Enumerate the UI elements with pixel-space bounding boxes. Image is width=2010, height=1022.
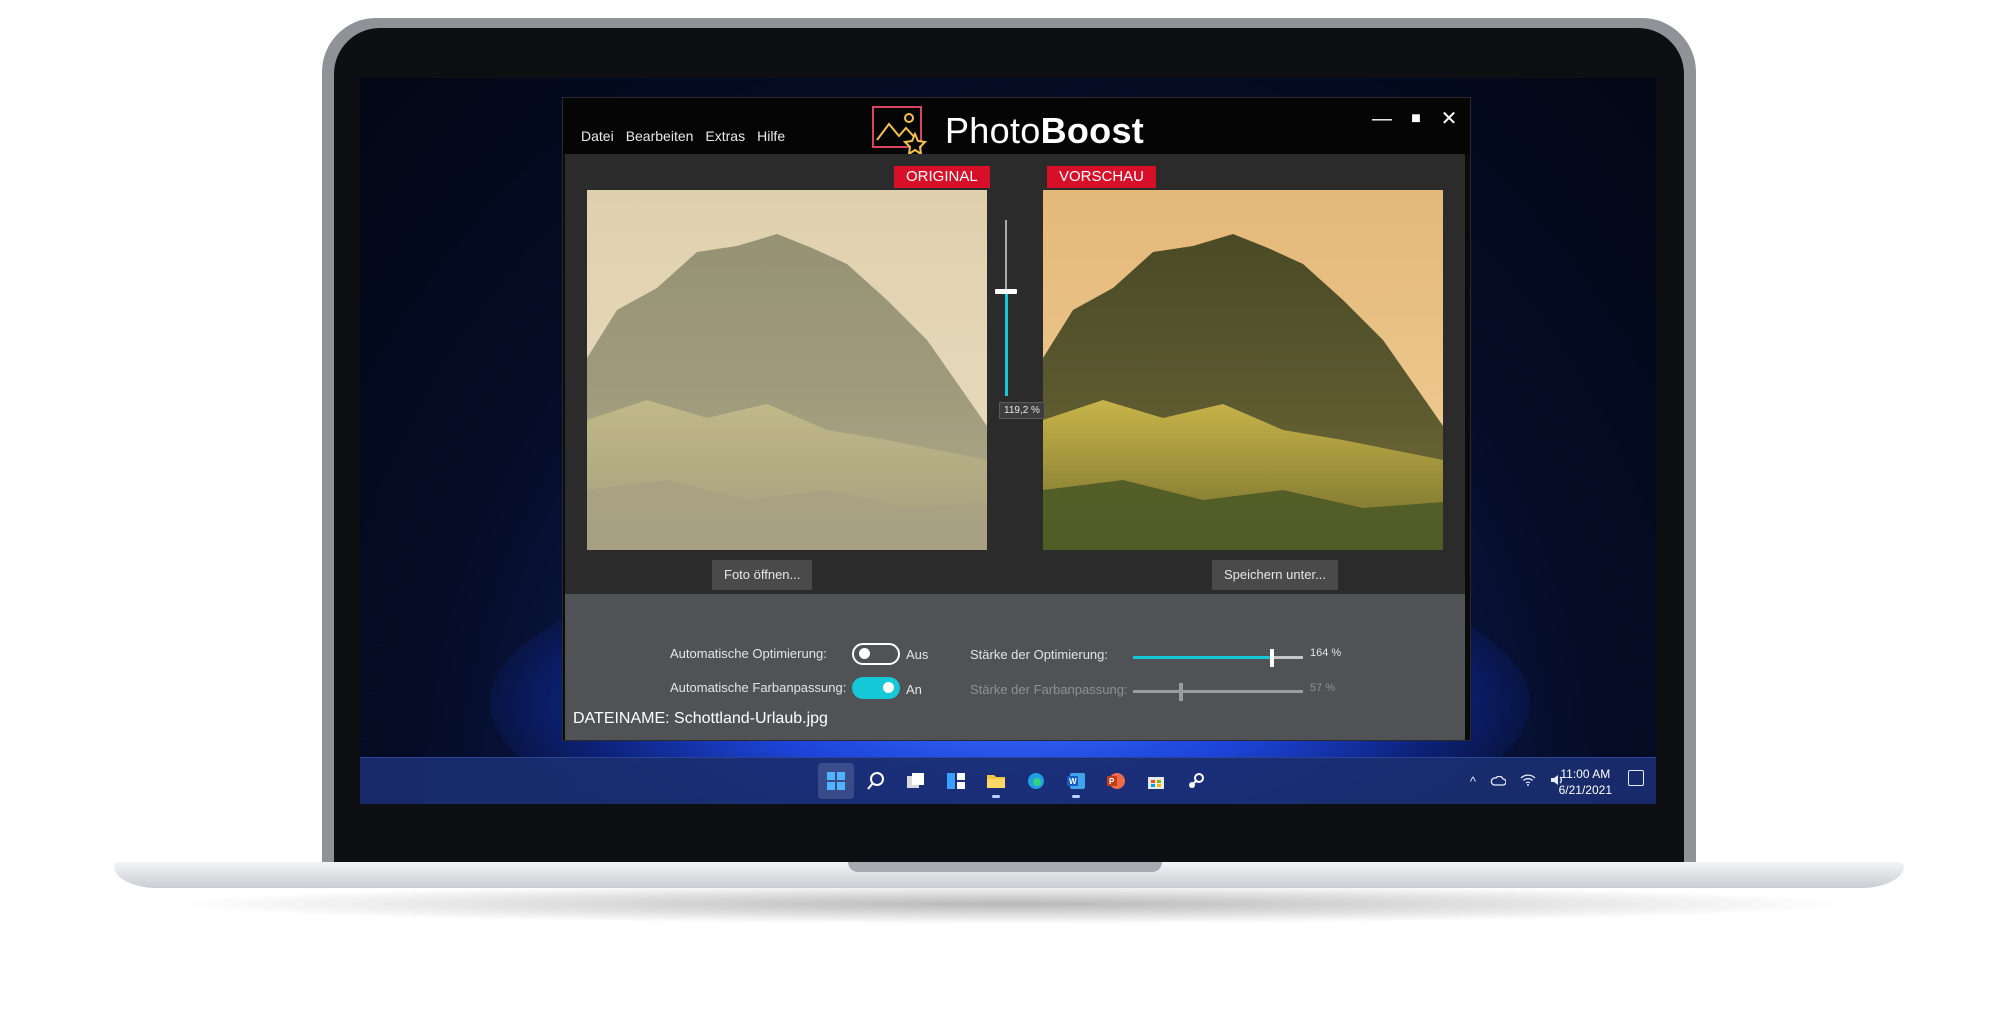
app-title-light: Photo xyxy=(945,110,1041,151)
laptop-notch xyxy=(848,862,1162,872)
cloud-icon[interactable] xyxy=(1490,774,1507,789)
store-icon[interactable] xyxy=(1138,763,1174,799)
open-photo-button[interactable]: Foto öffnen... xyxy=(712,560,813,590)
auto-optimization-label: Automatische Optimierung: xyxy=(670,646,827,661)
task-view-icon[interactable] xyxy=(898,763,934,799)
widgets-icon[interactable] xyxy=(938,763,974,799)
minimize-button[interactable]: — xyxy=(1369,106,1395,132)
blend-slider-value: 119,2 % xyxy=(999,402,1045,419)
filename-label: DATEINAME: Schottland-Urlaub.jpg xyxy=(573,710,828,727)
app-title: PhotoBoost xyxy=(945,110,1144,152)
svg-text:W: W xyxy=(1069,777,1077,786)
preview-photo xyxy=(1043,190,1443,550)
close-button[interactable]: ✕ xyxy=(1436,106,1462,132)
original-photo xyxy=(587,190,987,550)
blend-slider-thumb[interactable] xyxy=(995,289,1017,295)
menu-item-extras[interactable]: Extras xyxy=(705,128,745,144)
save-as-button[interactable]: Speichern unter... xyxy=(1212,560,1338,590)
color-strength-label: Stärke der Farbanpassung: xyxy=(970,682,1128,697)
color-strength-value: 57 % xyxy=(1310,682,1336,694)
image-workspace: ORIGINAL VORSCHAU 119,2 % Foto öffnen...… xyxy=(565,154,1465,594)
notification-icon[interactable] xyxy=(1628,770,1644,786)
color-strength-track[interactable] xyxy=(1133,690,1303,693)
menu-item-hilfe[interactable]: Hilfe xyxy=(757,128,785,144)
auto-color-toggle[interactable] xyxy=(852,677,900,699)
original-tag: ORIGINAL xyxy=(894,166,990,188)
app-title-bold: Boost xyxy=(1040,110,1145,151)
toggle-knob xyxy=(883,682,894,693)
opt-strength-value: 164 % xyxy=(1310,647,1342,659)
menu-bar: Datei Bearbeiten Extras Hilfe xyxy=(581,128,785,144)
auto-optimization-toggle[interactable] xyxy=(852,643,900,665)
edge-icon[interactable] xyxy=(1018,763,1054,799)
chevron-up-icon[interactable]: ^ xyxy=(1470,774,1476,789)
auto-optimization-state: Aus xyxy=(906,647,929,662)
powerpoint-icon[interactable]: P xyxy=(1098,763,1134,799)
search-icon[interactable] xyxy=(858,763,894,799)
word-icon[interactable]: W xyxy=(1058,763,1094,799)
opt-strength-thumb[interactable] xyxy=(1270,649,1275,667)
file-explorer-icon[interactable] xyxy=(978,763,1014,799)
menu-item-bearbeiten[interactable]: Bearbeiten xyxy=(626,128,694,144)
taskbar-icons: W P xyxy=(818,758,1214,804)
taskbar: W P ^ 11:00 AM 6/21/2021 xyxy=(360,757,1656,804)
clock-date: 6/21/2021 xyxy=(1558,783,1612,797)
opt-strength-label: Stärke der Optimierung: xyxy=(970,647,1109,662)
title-bar: Datei Bearbeiten Extras Hilfe PhotoBoost… xyxy=(563,98,1470,157)
wifi-icon[interactable] xyxy=(1520,773,1536,789)
controls-panel: Automatische Optimierung: Aus Automatisc… xyxy=(565,594,1465,740)
menu-item-datei[interactable]: Datei xyxy=(581,128,614,144)
system-tray: ^ xyxy=(1470,758,1564,804)
taskbar-clock[interactable]: 11:00 AM 6/21/2021 xyxy=(1559,766,1612,798)
auto-color-state: An xyxy=(906,682,922,697)
steam-icon[interactable] xyxy=(1178,763,1214,799)
blend-slider-fill xyxy=(1005,291,1008,396)
opt-strength-fill xyxy=(1133,656,1273,659)
laptop-shadow xyxy=(160,884,1860,924)
auto-color-label: Automatische Farbanpassung: xyxy=(670,680,847,695)
maximize-button[interactable]: ■ xyxy=(1403,106,1429,132)
preview-tag: VORSCHAU xyxy=(1047,166,1157,188)
toggle-knob xyxy=(859,648,870,659)
svg-text:P: P xyxy=(1109,777,1115,786)
photoboost-window: Datei Bearbeiten Extras Hilfe PhotoBoost… xyxy=(563,98,1470,740)
start-icon[interactable] xyxy=(818,763,854,799)
clock-time: 11:00 AM xyxy=(1560,767,1611,781)
color-strength-thumb[interactable] xyxy=(1179,683,1184,701)
photoboost-logo-icon xyxy=(871,104,928,157)
